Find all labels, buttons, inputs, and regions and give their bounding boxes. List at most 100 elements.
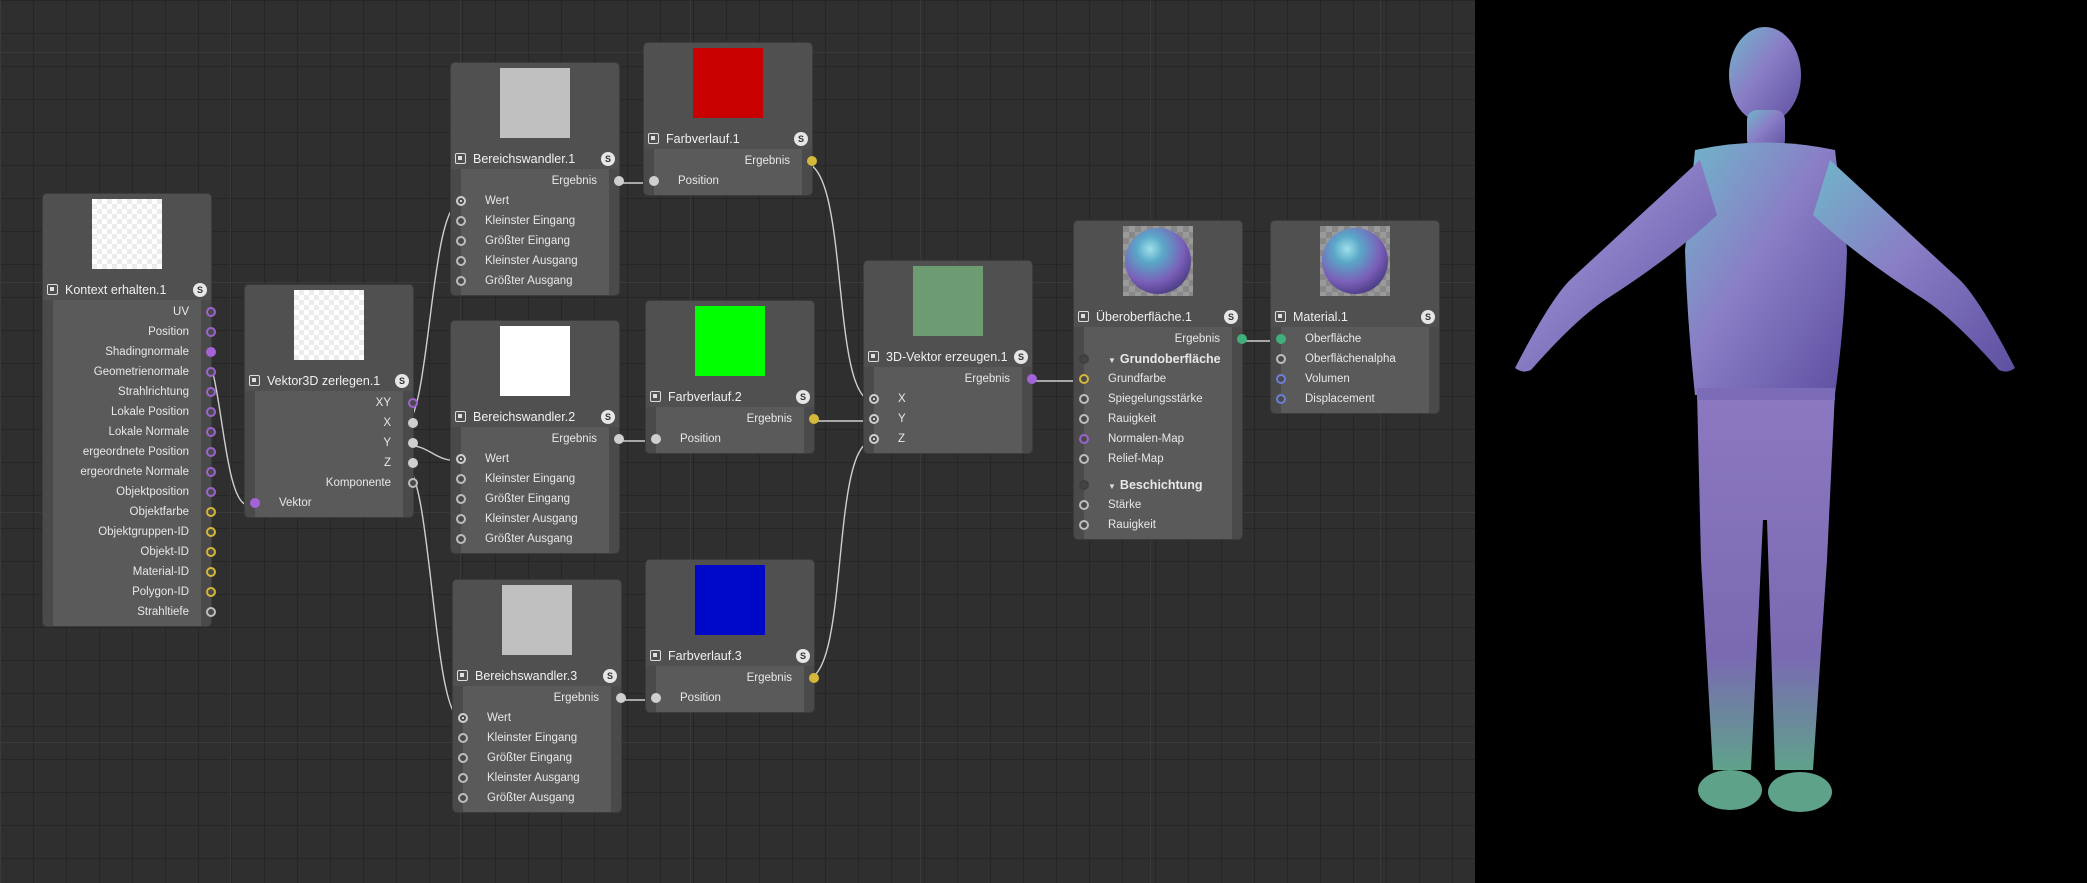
port-strahlrichtung[interactable]: Strahlrichtung [53,382,216,402]
port-groesster-ausgang[interactable]: Größter Ausgang [456,271,609,291]
solo-icon[interactable]: S [796,390,810,404]
port-oberflaechenalpha[interactable]: Oberflächenalpha [1276,349,1429,369]
solo-icon[interactable]: S [796,649,810,663]
port-groesster-eingang[interactable]: Größter Eingang [456,489,609,509]
port-groesster-eingang[interactable]: Größter Eingang [456,231,609,251]
node-bereichswandler-2[interactable]: Bereichswandler.2 S Ergebnis Wert Kleinst… [451,321,624,553]
port-normalen-map[interactable]: Normalen-Map [1079,429,1232,449]
node-farbverlauf-1[interactable]: Farbverlauf.1 S Ergebnis Position [644,43,817,195]
solo-icon[interactable]: S [1421,310,1435,324]
solo-icon[interactable]: S [1224,310,1238,324]
node-material[interactable]: Material.1 S Oberfläche Oberflächenalpha … [1271,221,1439,413]
node-vektor3d-zerlegen[interactable]: Vektor3D zerlegen.1 S XY X Y Z Komponente… [245,285,418,517]
section-beschichtung[interactable]: ▼ Beschichtung [1079,475,1232,497]
port-ergebnis[interactable]: Ergebnis [461,429,624,449]
port-ergebnis[interactable]: Ergebnis [656,668,819,688]
port-displacement[interactable]: Displacement [1276,389,1429,409]
port-objektfarbe[interactable]: Objektfarbe [53,502,216,522]
port-objekt-id[interactable]: Objekt-ID [53,542,216,562]
port-rauigkeit[interactable]: Rauigkeit [1079,409,1232,429]
node-3d-vektor-erzeugen[interactable]: 3D-Vektor erzeugen.1 S Ergebnis X Y Z [864,261,1037,453]
port-ergebnis[interactable]: Ergebnis [656,409,819,429]
solo-icon[interactable]: S [601,410,615,424]
port-vektor[interactable]: Vektor [250,493,403,513]
node-collapse-icon[interactable] [648,133,659,144]
node-collapse-icon[interactable] [650,391,661,402]
port-x[interactable]: X [255,413,418,433]
port-z[interactable]: Z [255,453,418,473]
node-collapse-icon[interactable] [650,650,661,661]
collapse-triangle-icon[interactable]: ▼ [1108,477,1116,497]
port-volumen[interactable]: Volumen [1276,369,1429,389]
port-staerke[interactable]: Stärke [1079,495,1232,515]
solo-icon[interactable]: S [395,374,409,388]
port-uebergeordnete-position[interactable]: ergeordnete Position [53,442,216,462]
node-collapse-icon[interactable] [1275,311,1286,322]
node-collapse-icon[interactable] [455,153,466,164]
port-ergebnis[interactable]: Ergebnis [1084,329,1247,349]
node-collapse-icon[interactable] [868,351,879,362]
port-objektposition[interactable]: Objektposition [53,482,216,502]
node-farbverlauf-2[interactable]: Farbverlauf.2 S Ergebnis Position [646,301,819,453]
port-position[interactable]: Position [53,322,216,342]
port-lokale-normale[interactable]: Lokale Normale [53,422,216,442]
port-kleinster-ausgang[interactable]: Kleinster Ausgang [458,768,611,788]
node-ueberoberflaeche[interactable]: Überoberfläche.1 S Ergebnis ▼ Grundoberflä… [1074,221,1247,539]
port-position[interactable]: Position [649,171,802,191]
node-collapse-icon[interactable] [47,284,58,295]
node-collapse-icon[interactable] [457,670,468,681]
solo-icon[interactable]: S [1014,350,1028,364]
port-ergebnis[interactable]: Ergebnis [874,369,1037,389]
solo-icon[interactable]: S [601,152,615,166]
port-lokale-position[interactable]: Lokale Position [53,402,216,422]
port-shadingnormale[interactable]: Shadingnormale [53,342,216,362]
port-wert[interactable]: Wert [456,449,609,469]
port-strahltiefe[interactable]: Strahltiefe [53,602,216,622]
port-wert[interactable]: Wert [456,191,609,211]
port-x[interactable]: X [869,389,1022,409]
port-rauigkeit-beschichtung[interactable]: Rauigkeit [1079,515,1232,535]
collapse-triangle-icon[interactable]: ▼ [1108,351,1116,371]
port-kleinster-eingang[interactable]: Kleinster Eingang [456,469,609,489]
port-kleinster-ausgang[interactable]: Kleinster Ausgang [456,509,609,529]
port-oberflaeche[interactable]: Oberfläche [1276,329,1429,349]
port-polygon-id[interactable]: Polygon-ID [53,582,216,602]
port-spiegelungsstaerke[interactable]: Spiegelungsstärke [1079,389,1232,409]
solo-icon[interactable]: S [794,132,808,146]
port-ergebnis[interactable]: Ergebnis [463,688,626,708]
node-farbverlauf-3[interactable]: Farbverlauf.3 S Ergebnis Position [646,560,819,712]
port-uebergeordnete-normale[interactable]: ergeordnete Normale [53,462,216,482]
port-geometrienormale[interactable]: Geometrienormale [53,362,216,382]
port-z[interactable]: Z [869,429,1022,449]
port-wert[interactable]: Wert [458,708,611,728]
port-y[interactable]: Y [869,409,1022,429]
port-ergebnis[interactable]: Ergebnis [461,171,624,191]
port-komponente[interactable]: Komponente [255,473,418,493]
port-groesster-ausgang[interactable]: Größter Ausgang [456,529,609,549]
node-bereichswandler-1[interactable]: Bereichswandler.1 S Ergebnis Wert Kleinst… [451,63,624,295]
node-kontext-erhalten[interactable]: Kontext erhalten.1 S UV Position Shadingn… [43,194,216,626]
port-xy[interactable]: XY [255,393,418,413]
node-collapse-icon[interactable] [455,411,466,422]
port-y[interactable]: Y [255,433,418,453]
port-groesster-eingang[interactable]: Größter Eingang [458,748,611,768]
port-position[interactable]: Position [651,688,804,708]
port-grundfarbe[interactable]: Grundfarbe [1079,369,1232,389]
solo-icon[interactable]: S [603,669,617,683]
node-bereichswandler-3[interactable]: Bereichswandler.3 S Ergebnis Wert Kleinst… [453,580,626,812]
port-material-id[interactable]: Material-ID [53,562,216,582]
port-relief-map[interactable]: Relief-Map [1079,449,1232,469]
port-kleinster-eingang[interactable]: Kleinster Eingang [458,728,611,748]
port-kleinster-eingang[interactable]: Kleinster Eingang [456,211,609,231]
section-grundoberflaeche[interactable]: ▼ Grundoberfläche [1079,349,1232,371]
port-position[interactable]: Position [651,429,804,449]
port-uv[interactable]: UV [53,302,216,322]
node-collapse-icon[interactable] [1078,311,1089,322]
port-kleinster-ausgang[interactable]: Kleinster Ausgang [456,251,609,271]
port-groesster-ausgang[interactable]: Größter Ausgang [458,788,611,808]
node-editor[interactable]: Kontext erhalten.1 S UV Position Shadingn… [0,0,1475,883]
node-collapse-icon[interactable] [249,375,260,386]
port-ergebnis[interactable]: Ergebnis [654,151,817,171]
solo-icon[interactable]: S [193,283,207,297]
port-objektgruppen-id[interactable]: Objektgruppen-ID [53,522,216,542]
